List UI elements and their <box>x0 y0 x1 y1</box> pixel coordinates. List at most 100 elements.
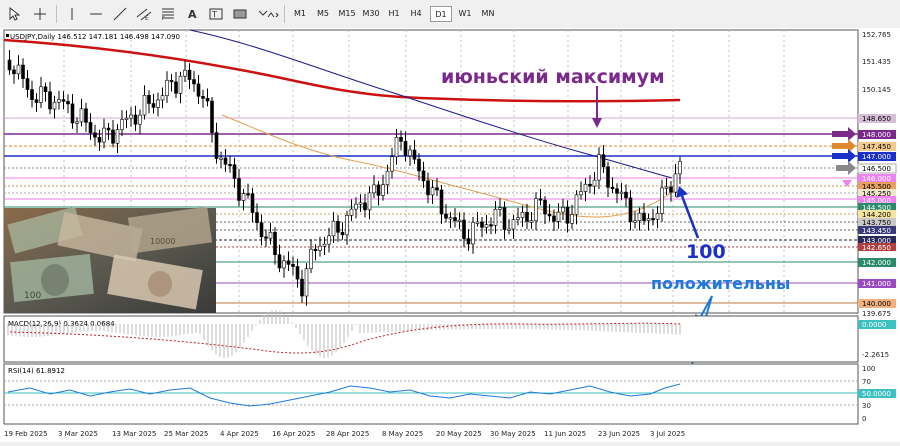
timeframe-h1[interactable]: H1 <box>385 6 403 22</box>
svg-text:13 Mar 2025: 13 Mar 2025 <box>112 430 156 438</box>
svg-text:152.765: 152.765 <box>862 31 891 39</box>
rsi-pane[interactable] <box>3 363 859 425</box>
candle-body <box>160 95 165 101</box>
candle-body <box>129 114 133 119</box>
annotation-positive: положительны <box>651 274 790 293</box>
rectangle-icon[interactable] <box>230 5 250 23</box>
candle-body <box>192 79 196 85</box>
candle-body <box>511 219 516 230</box>
candle-body <box>583 183 588 192</box>
candle-body <box>475 221 480 224</box>
crosshair-icon[interactable] <box>30 5 50 23</box>
candle-body <box>489 224 493 227</box>
timeframe-mn[interactable]: MN <box>478 6 498 22</box>
svg-text:19 Feb 2025: 19 Feb 2025 <box>4 430 48 438</box>
svg-text:30 May 2025: 30 May 2025 <box>490 430 536 438</box>
vertical-line-icon[interactable] <box>62 5 82 23</box>
candle-body <box>367 192 372 211</box>
chart-toolbar: E F A T M1 M5 M15 M30 H1 H4 D1 W1 MN <box>0 0 900 29</box>
candle-body <box>480 221 484 228</box>
horizontal-line-icon[interactable] <box>86 5 106 23</box>
candle-body <box>196 83 201 97</box>
candle-body <box>354 203 358 210</box>
text-icon[interactable]: A <box>182 5 202 23</box>
candle-body <box>655 213 660 220</box>
candle-body <box>16 64 21 75</box>
timeframe-d1[interactable]: D1 <box>430 6 452 22</box>
candle-body <box>556 211 561 222</box>
svg-text:148.650: 148.650 <box>862 115 891 123</box>
timeframe-h4[interactable]: H4 <box>407 6 425 22</box>
timeframe-m30[interactable]: M30 <box>360 6 382 22</box>
candle-body <box>453 217 457 222</box>
candle-body <box>372 184 376 194</box>
candle-body <box>525 212 529 222</box>
svg-text:143.450: 143.450 <box>862 227 891 235</box>
shapes-icon[interactable] <box>256 5 280 23</box>
svg-text:151.435: 151.435 <box>862 58 891 66</box>
candle-body <box>133 114 138 125</box>
candle-body <box>88 122 93 134</box>
candle-body <box>660 187 664 214</box>
chart-window[interactable]: 100 10000 USDJPY,Daily 146.512 147.181 1… <box>0 28 900 442</box>
svg-text:143.750: 143.750 <box>862 219 891 227</box>
candle-body <box>669 186 673 193</box>
candle-body <box>498 207 502 210</box>
candle-body <box>228 164 232 167</box>
candle-body <box>223 157 228 165</box>
svg-text:147.000: 147.000 <box>862 153 891 161</box>
candle-body <box>30 89 34 101</box>
candle-body <box>97 136 102 143</box>
candle-body <box>25 78 30 90</box>
candle-body <box>259 222 264 238</box>
macd-pane[interactable] <box>3 315 859 363</box>
label-icon[interactable]: T <box>206 5 226 23</box>
timeframe-m15[interactable]: M15 <box>336 6 358 22</box>
timeframe-w1[interactable]: W1 <box>455 6 475 22</box>
candle-body <box>673 173 678 193</box>
candle-body <box>327 235 331 245</box>
candle-body <box>151 103 156 108</box>
candle-body <box>570 214 574 224</box>
cursor-icon[interactable] <box>4 5 24 23</box>
candle-body <box>205 98 210 102</box>
chart-header: USDJPY,Daily 146.512 147.181 146.498 147… <box>10 33 180 41</box>
svg-text:3 Mar 2025: 3 Mar 2025 <box>58 430 98 438</box>
svg-text:E: E <box>145 15 149 21</box>
timeframe-m1[interactable]: M1 <box>290 6 310 22</box>
candle-body <box>624 191 628 199</box>
candle-body <box>345 215 349 236</box>
svg-text:28 Apr 2025: 28 Apr 2025 <box>326 430 369 438</box>
candle-body <box>174 81 178 94</box>
candle-body <box>282 260 286 269</box>
candle-body <box>232 164 237 179</box>
trendline-icon[interactable] <box>110 5 130 23</box>
candle-body <box>547 213 552 217</box>
candle-body <box>678 160 682 175</box>
rsi-50-label: 50.0000 <box>862 390 891 398</box>
fibonacci-icon[interactable]: F <box>158 5 178 23</box>
candle-body <box>435 187 439 191</box>
svg-text:20 May 2025: 20 May 2025 <box>436 430 482 438</box>
candle-body <box>385 170 390 185</box>
candle-body <box>615 188 619 194</box>
annotation-100: 100 <box>686 241 726 263</box>
candle-body <box>529 220 534 223</box>
candle-body <box>336 220 340 233</box>
candle-body <box>264 236 268 239</box>
candle-body <box>610 186 615 190</box>
svg-text:141.000: 141.000 <box>862 280 891 288</box>
equidistant-channel-icon[interactable]: E <box>134 5 154 23</box>
candle-body <box>439 189 444 215</box>
candle-body <box>300 278 304 297</box>
candle-body <box>502 207 507 230</box>
candle-body <box>48 91 52 110</box>
timeframe-m5[interactable]: M5 <box>313 6 333 22</box>
svg-text:140.000: 140.000 <box>862 300 891 308</box>
candle-body <box>111 129 115 144</box>
candle-body <box>313 248 318 252</box>
svg-text:147.450: 147.450 <box>862 143 891 151</box>
candle-body <box>597 154 601 181</box>
svg-text:4 Apr 2025: 4 Apr 2025 <box>220 430 259 438</box>
candle-body <box>79 108 84 123</box>
